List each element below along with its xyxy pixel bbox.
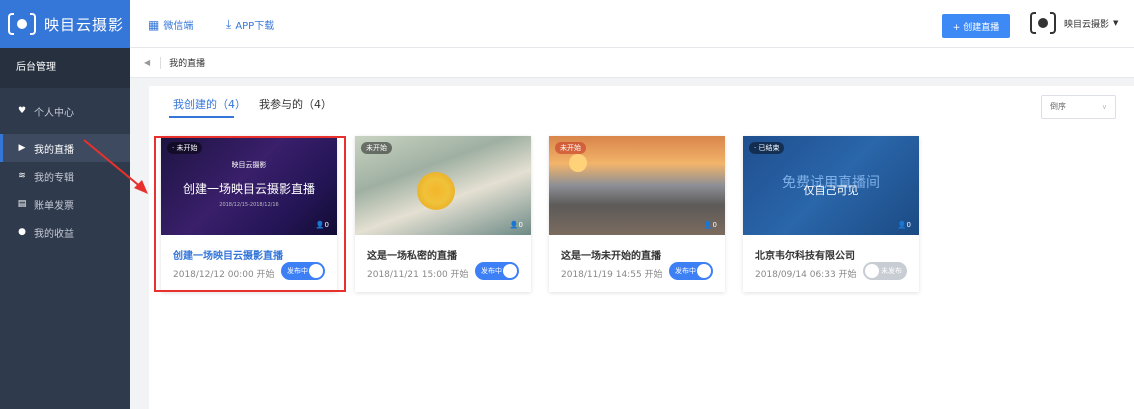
divider: [160, 56, 162, 69]
tab-my-joined[interactable]: 我参与的（4）: [259, 96, 332, 112]
active-tab-indicator: [169, 116, 234, 118]
sort-selected: 倒序: [1050, 102, 1066, 111]
sidebar-item-label: 我的直播: [34, 144, 74, 156]
brand-logo[interactable]: 映目云摄影: [0, 0, 130, 48]
top-bar: ▦ 微信端 ⤓ APP下载 + 创建直播 映目云摄影 ▼: [130, 0, 1134, 48]
card-date: 2018/09/14 06:33 开始: [755, 270, 857, 280]
status-badge: 未开始: [555, 142, 586, 154]
album-icon: ≋: [18, 171, 26, 181]
back-arrow-icon[interactable]: ◀: [144, 58, 150, 67]
card-title[interactable]: 北京韦尔科技有限公司: [755, 247, 855, 262]
play-icon: ▶: [18, 143, 26, 153]
wechat-label: 微信端: [163, 21, 194, 32]
live-cover[interactable]: 未开始 👤0: [549, 136, 725, 235]
card-title[interactable]: 这是一场私密的直播: [367, 247, 457, 262]
user-icon: 👤: [703, 221, 713, 229]
user-icon: 👤: [897, 221, 907, 229]
wechat-link[interactable]: ▦ 微信端: [148, 17, 194, 33]
viewer-count: 👤0: [509, 221, 523, 229]
visibility-overlay: 仅自己可见: [803, 184, 859, 197]
card-date: 2018/11/21 15:00 开始: [367, 270, 469, 280]
sidebar-item-label: 个人中心: [34, 107, 74, 119]
live-card[interactable]: 免费试用直播间 仅自己可见 · 已结束 👤0 北京韦尔科技有限公司 2018/0…: [743, 136, 919, 292]
sidebar-item-invoice[interactable]: ▤ 账单发票: [0, 190, 130, 218]
user-menu[interactable]: 映目云摄影 ▼: [1030, 12, 1118, 34]
qr-code-icon: ▦: [148, 17, 160, 32]
sort-select[interactable]: 倒序 ∨: [1041, 95, 1116, 119]
sidebar-item-my-live[interactable]: ▶ 我的直播: [0, 134, 130, 162]
viewer-count: 👤0: [703, 221, 717, 229]
publish-toggle[interactable]: 发布中: [475, 262, 519, 280]
live-cover[interactable]: 未开始 👤0: [355, 136, 531, 235]
card-title[interactable]: 这是一场未开始的直播: [561, 247, 661, 262]
sidebar-section-title: 后台管理: [0, 48, 130, 88]
avatar: [1030, 12, 1056, 34]
sidebar-item-label: 账单发票: [34, 200, 74, 212]
income-icon: ●: [18, 227, 26, 237]
download-icon: ⤓: [226, 17, 232, 31]
viewer-count: 👤0: [897, 221, 911, 229]
breadcrumb: ◀ 我的直播: [130, 48, 1134, 78]
invoice-icon: ▤: [17, 199, 27, 209]
brand-name: 映目云摄影: [44, 15, 125, 34]
live-cover[interactable]: 免费试用直播间 仅自己可见 · 已结束 👤0: [743, 136, 919, 235]
sidebar-item-my-album[interactable]: ≋ 我的专辑: [0, 162, 130, 190]
publish-toggle[interactable]: 未发布: [863, 262, 907, 280]
live-card[interactable]: 未开始 👤0 这是一场私密的直播 2018/11/21 15:00 开始 发布中: [355, 136, 531, 292]
chevron-down-icon: ▼: [1113, 19, 1119, 27]
chevron-down-icon: ∨: [1101, 103, 1107, 111]
status-badge: 未开始: [361, 142, 392, 154]
camera-logo-icon: [8, 13, 36, 35]
live-card[interactable]: 未开始 👤0 这是一场未开始的直播 2018/11/19 14:55 开始 发布…: [549, 136, 725, 292]
create-live-button[interactable]: + 创建直播: [942, 14, 1010, 38]
app-download-link[interactable]: ⤓ APP下载: [226, 17, 274, 32]
sidebar-item-label: 我的专辑: [34, 172, 74, 184]
card-date: 2018/11/19 14:55 开始: [561, 270, 663, 280]
sidebar-item-income[interactable]: ● 我的收益: [0, 218, 130, 246]
sidebar: 映目云摄影 后台管理 ♥ 个人中心 ▶ 我的直播 ≋ 我的专辑 ▤ 账单发票 ●…: [0, 0, 130, 409]
user-icon: 👤: [509, 221, 519, 229]
sun-illustration: [569, 154, 587, 172]
sidebar-item-profile[interactable]: ♥ 个人中心: [0, 88, 130, 134]
flower-illustration: [417, 172, 455, 210]
highlight-box: [154, 136, 346, 292]
tab-my-created[interactable]: 我创建的（4）: [173, 96, 246, 112]
sidebar-item-label: 我的收益: [34, 228, 74, 240]
status-badge: · 已结束: [749, 142, 785, 154]
heart-icon: ♥: [17, 106, 27, 116]
publish-toggle[interactable]: 发布中: [669, 262, 713, 280]
app-download-label: APP下载: [235, 21, 275, 32]
breadcrumb-current: 我的直播: [169, 59, 206, 69]
username: 映目云摄影: [1064, 19, 1110, 30]
